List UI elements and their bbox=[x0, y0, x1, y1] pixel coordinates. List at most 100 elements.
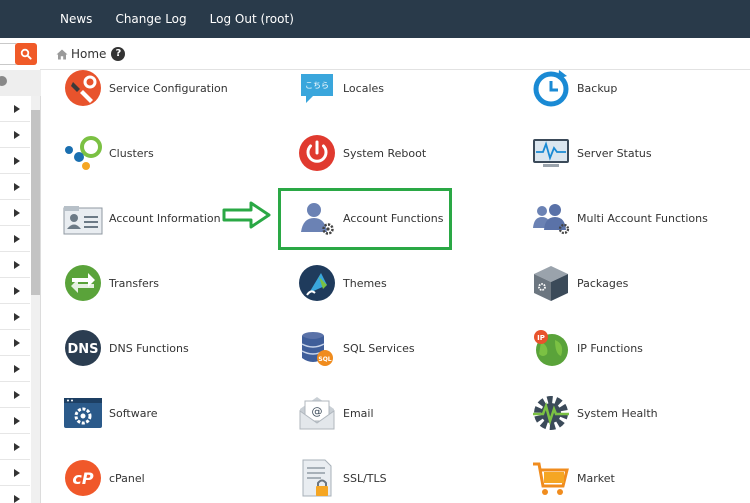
item-cpanel[interactable]: cP cPanel bbox=[63, 453, 145, 503]
sidebar-scrollbar-thumb[interactable] bbox=[31, 110, 40, 295]
ssl-tls-icon bbox=[297, 458, 337, 498]
sidebar-item[interactable] bbox=[0, 148, 30, 174]
account-information-icon bbox=[63, 198, 103, 238]
change-log-link[interactable]: Change Log bbox=[115, 12, 186, 26]
search-icon bbox=[20, 48, 32, 60]
expand-arrow-icon bbox=[14, 105, 20, 113]
search-input[interactable] bbox=[0, 43, 16, 65]
item-clusters[interactable]: Clusters bbox=[63, 128, 154, 178]
item-market[interactable]: Market bbox=[531, 453, 615, 503]
expand-arrow-icon bbox=[14, 443, 20, 451]
item-label: SSL/TLS bbox=[343, 471, 387, 485]
breadcrumb: Home ? bbox=[56, 47, 126, 61]
home-icon[interactable] bbox=[56, 49, 68, 60]
item-sql-services[interactable]: SQL SQL Services bbox=[297, 323, 415, 373]
item-label: Account Information bbox=[109, 211, 221, 225]
email-at-text: @ bbox=[312, 405, 323, 418]
item-label: Transfers bbox=[109, 276, 159, 290]
expand-arrow-icon bbox=[14, 313, 20, 321]
item-label: Server Status bbox=[577, 146, 652, 160]
dns-text: DNS bbox=[67, 342, 98, 357]
item-label: Backup bbox=[577, 81, 618, 95]
ip-text: IP bbox=[537, 334, 545, 342]
item-label: IP Functions bbox=[577, 341, 643, 355]
item-label: Packages bbox=[577, 276, 629, 290]
expand-arrow-icon bbox=[14, 235, 20, 243]
expand-arrow-icon bbox=[14, 183, 20, 191]
sidebar-item[interactable] bbox=[0, 434, 30, 460]
breadcrumb-home[interactable]: Home bbox=[71, 47, 106, 61]
item-system-health[interactable]: System Health bbox=[531, 388, 658, 438]
item-packages[interactable]: Packages bbox=[531, 258, 628, 308]
market-icon bbox=[531, 458, 571, 498]
item-account-information[interactable]: Account Information bbox=[63, 193, 221, 243]
packages-icon bbox=[531, 263, 571, 303]
expand-arrow-icon bbox=[14, 131, 20, 139]
locales-icon: こちら bbox=[297, 68, 337, 108]
expand-arrow-icon bbox=[14, 261, 20, 269]
search-button[interactable] bbox=[15, 43, 37, 65]
item-label: Email bbox=[343, 406, 374, 420]
sidebar-item[interactable] bbox=[0, 174, 30, 200]
item-email[interactable]: @ Email bbox=[297, 388, 374, 438]
sql-services-icon: SQL bbox=[297, 328, 337, 368]
news-link[interactable]: News bbox=[60, 12, 92, 26]
item-label: SQL Services bbox=[343, 341, 415, 355]
service-configuration-icon bbox=[63, 68, 103, 108]
item-locales[interactable]: こちら Locales bbox=[297, 63, 384, 113]
item-transfers[interactable]: Transfers bbox=[63, 258, 159, 308]
sidebar-item[interactable] bbox=[0, 278, 30, 304]
item-label: Locales bbox=[343, 81, 385, 95]
sidebar-item[interactable] bbox=[0, 200, 30, 226]
item-label: Multi Account Functions bbox=[577, 211, 708, 225]
sidebar-item[interactable] bbox=[0, 382, 30, 408]
item-label: Software bbox=[109, 406, 158, 420]
system-reboot-icon bbox=[297, 133, 337, 173]
expand-arrow-icon bbox=[14, 339, 20, 347]
sidebar-item[interactable] bbox=[0, 330, 30, 356]
sidebar-item[interactable] bbox=[0, 252, 30, 278]
expand-arrow-icon bbox=[14, 417, 20, 425]
item-system-reboot[interactable]: System Reboot bbox=[297, 128, 426, 178]
sql-text: SQL bbox=[318, 356, 331, 363]
search-area bbox=[0, 43, 40, 67]
item-dns-functions[interactable]: DNS DNS Functions bbox=[63, 323, 189, 373]
system-health-icon bbox=[531, 393, 571, 433]
help-icon[interactable]: ? bbox=[111, 47, 126, 61]
item-ssl-tls[interactable]: SSL/TLS bbox=[297, 453, 387, 503]
sidebar-item[interactable] bbox=[0, 226, 30, 252]
item-backup[interactable]: Backup bbox=[531, 63, 617, 113]
sidebar-item[interactable] bbox=[0, 304, 30, 330]
clusters-icon bbox=[63, 133, 103, 173]
email-icon: @ bbox=[297, 393, 337, 433]
sidebar-item[interactable] bbox=[0, 96, 30, 122]
item-label: System Reboot bbox=[343, 146, 427, 160]
item-label: Service Configuration bbox=[109, 81, 228, 95]
item-label: Clusters bbox=[109, 146, 154, 160]
ip-functions-icon: IP bbox=[531, 328, 571, 368]
annotation-arrow-icon bbox=[222, 201, 271, 229]
expand-arrow-icon bbox=[14, 209, 20, 217]
expand-arrow-icon bbox=[14, 391, 20, 399]
sidebar-item[interactable] bbox=[0, 356, 30, 382]
themes-icon bbox=[297, 263, 337, 303]
item-multi-account-functions[interactable]: Multi Account Functions bbox=[531, 193, 708, 243]
item-software[interactable]: Software bbox=[63, 388, 158, 438]
item-service-configuration[interactable]: Service Configuration bbox=[63, 63, 228, 113]
sidebar-item[interactable] bbox=[0, 122, 30, 148]
item-label: System Health bbox=[577, 406, 658, 420]
sidebar-item[interactable] bbox=[0, 408, 30, 434]
item-themes[interactable]: Themes bbox=[297, 258, 387, 308]
expand-arrow-icon bbox=[14, 287, 20, 295]
item-label: DNS Functions bbox=[109, 341, 189, 355]
item-ip-functions[interactable]: IP IP Functions bbox=[531, 323, 643, 373]
sidebar-item[interactable] bbox=[0, 460, 30, 486]
backup-icon bbox=[531, 68, 571, 108]
item-label: Market bbox=[577, 471, 615, 485]
expand-arrow-icon bbox=[14, 157, 20, 165]
sidebar-item[interactable] bbox=[0, 486, 30, 503]
expand-arrow-icon bbox=[14, 469, 20, 477]
item-server-status[interactable]: Server Status bbox=[531, 128, 652, 178]
logout-link[interactable]: Log Out (root) bbox=[210, 12, 294, 26]
top-nav-links: News Change Log Log Out (root) bbox=[60, 0, 317, 38]
